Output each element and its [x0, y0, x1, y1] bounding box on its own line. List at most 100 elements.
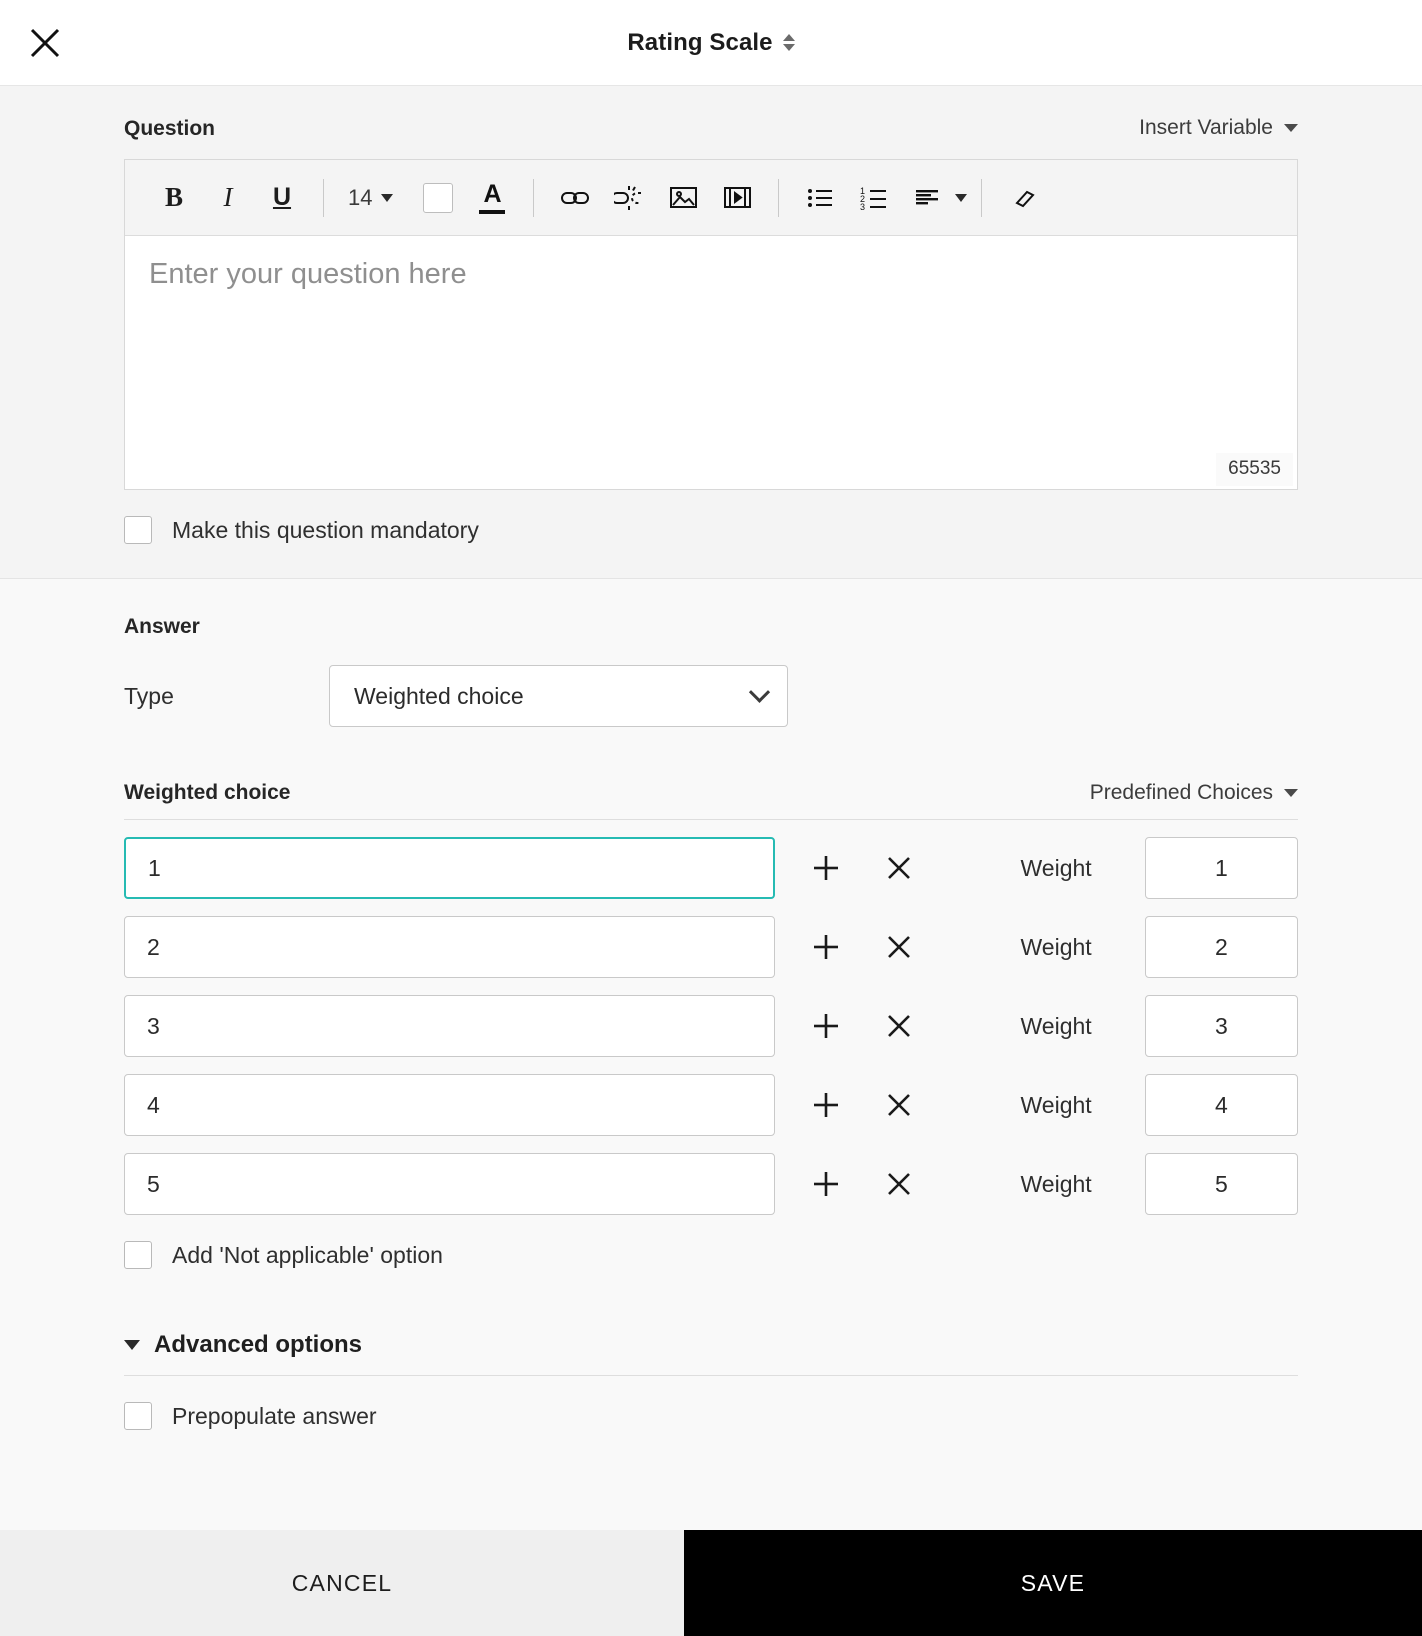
header-title-wrap: Rating Scale: [0, 29, 1422, 57]
prepopulate-checkbox-row[interactable]: Prepopulate answer: [124, 1402, 1298, 1430]
save-button[interactable]: SAVE: [684, 1530, 1422, 1636]
chevron-down-icon: [1284, 124, 1298, 132]
page-title: Rating Scale: [627, 29, 772, 57]
choice-input[interactable]: 3: [124, 995, 775, 1057]
close-icon: [885, 854, 913, 882]
align-icon[interactable]: [901, 171, 955, 225]
color-swatch-icon: [423, 183, 453, 213]
close-button[interactable]: [22, 20, 68, 66]
clear-formatting-icon[interactable]: [996, 171, 1050, 225]
unlink-icon[interactable]: [602, 171, 656, 225]
choice-input[interactable]: 1: [124, 837, 775, 899]
chevron-down-icon: [955, 194, 967, 202]
up-down-stepper-icon[interactable]: [783, 34, 795, 51]
add-choice-button[interactable]: [797, 1154, 856, 1214]
eraser-glyph: [1008, 183, 1038, 213]
choice-row: 5 Weight 5: [124, 1153, 1298, 1215]
weight-label: Weight: [1021, 1092, 1111, 1119]
svg-text:3: 3: [860, 202, 865, 212]
choice-input[interactable]: 5: [124, 1153, 775, 1215]
insert-variable-label: Insert Variable: [1139, 116, 1273, 140]
predefined-choices-label: Predefined Choices: [1090, 781, 1273, 805]
weight-input[interactable]: 3: [1145, 995, 1298, 1057]
align-glyph: [913, 183, 943, 213]
numbered-list-icon[interactable]: 1 2 3: [847, 171, 901, 225]
add-choice-button[interactable]: [797, 1075, 856, 1135]
choice-input[interactable]: 2: [124, 916, 775, 978]
answer-section: Answer Type Weighted choice Weighted cho…: [0, 579, 1422, 1530]
toolbar-divider: [533, 179, 534, 217]
italic-icon[interactable]: I: [201, 171, 255, 225]
align-dropdown[interactable]: [901, 171, 967, 225]
remove-choice-button[interactable]: [870, 1154, 929, 1214]
image-icon[interactable]: [656, 171, 710, 225]
cancel-button[interactable]: CANCEL: [0, 1530, 684, 1636]
dialog-body: Question Insert Variable B I U 14: [0, 86, 1422, 1530]
close-icon: [28, 26, 62, 60]
close-icon: [885, 1012, 913, 1040]
font-size-value: 14: [348, 185, 372, 211]
question-input[interactable]: Enter your question here 65535: [125, 236, 1297, 489]
remove-choice-button[interactable]: [870, 1075, 929, 1135]
question-header-row: Question Insert Variable: [124, 116, 1298, 141]
close-icon: [885, 1091, 913, 1119]
toolbar-divider: [323, 179, 324, 217]
question-placeholder: Enter your question here: [149, 258, 1273, 291]
insert-variable-dropdown[interactable]: Insert Variable: [1139, 116, 1298, 141]
bold-icon[interactable]: B: [147, 171, 201, 225]
video-glyph: [722, 182, 753, 213]
video-icon[interactable]: [710, 171, 764, 225]
chevron-down-icon: [783, 44, 795, 51]
remove-choice-button[interactable]: [870, 996, 929, 1056]
chevron-up-icon: [783, 34, 795, 41]
remove-choice-button[interactable]: [870, 917, 929, 977]
predefined-choices-dropdown[interactable]: Predefined Choices: [1090, 781, 1298, 805]
answer-type-label: Type: [124, 683, 329, 710]
question-label: Question: [124, 117, 215, 141]
prepopulate-checkbox[interactable]: [124, 1402, 152, 1430]
weight-input[interactable]: 1: [1145, 837, 1298, 899]
choice-input[interactable]: 4: [124, 1074, 775, 1136]
weight-input[interactable]: 2: [1145, 916, 1298, 978]
underline-icon[interactable]: U: [255, 171, 309, 225]
plus-icon: [811, 1011, 841, 1041]
rich-text-editor: B I U 14 A: [124, 159, 1298, 490]
unlink-glyph: [614, 183, 644, 213]
add-choice-button[interactable]: [797, 996, 856, 1056]
add-choice-button[interactable]: [797, 838, 856, 898]
rating-scale-dialog: Rating Scale Question Insert Variable: [0, 0, 1422, 1636]
font-size-selector[interactable]: 14: [338, 185, 403, 211]
add-choice-button[interactable]: [797, 917, 856, 977]
text-color-underline: [479, 210, 505, 214]
advanced-options-title: Advanced options: [154, 1331, 362, 1359]
bullet-list-icon[interactable]: [793, 171, 847, 225]
text-color-icon[interactable]: A: [465, 171, 519, 225]
close-icon: [885, 933, 913, 961]
remove-choice-button[interactable]: [870, 838, 929, 898]
mandatory-label: Make this question mandatory: [172, 517, 479, 544]
background-color-swatch[interactable]: [411, 171, 465, 225]
numbered-list-glyph: 1 2 3: [859, 183, 889, 213]
answer-type-select[interactable]: Weighted choice: [329, 665, 788, 727]
weight-input[interactable]: 4: [1145, 1074, 1298, 1136]
not-applicable-checkbox-row[interactable]: Add 'Not applicable' option: [124, 1241, 1298, 1269]
choice-row: 4 Weight 4: [124, 1074, 1298, 1136]
link-icon[interactable]: [548, 171, 602, 225]
weighted-choice-header: Weighted choice Predefined Choices: [124, 781, 1298, 820]
mandatory-checkbox[interactable]: [124, 516, 152, 544]
mandatory-checkbox-row[interactable]: Make this question mandatory: [124, 516, 1298, 544]
answer-type-value: Weighted choice: [354, 683, 524, 710]
chevron-down-icon: [124, 1340, 140, 1350]
weight-input[interactable]: 5: [1145, 1153, 1298, 1215]
plus-icon: [811, 1169, 841, 1199]
not-applicable-checkbox[interactable]: [124, 1241, 152, 1269]
advanced-options-toggle[interactable]: Advanced options: [124, 1331, 1298, 1376]
weight-label: Weight: [1021, 934, 1111, 961]
weight-label: Weight: [1021, 855, 1111, 882]
link-glyph: [560, 183, 590, 213]
character-counter: 65535: [1216, 453, 1293, 486]
weighted-choice-title: Weighted choice: [124, 781, 290, 805]
bullet-list-glyph: [805, 183, 835, 213]
choice-row: 2 Weight 2: [124, 916, 1298, 978]
plus-icon: [811, 853, 841, 883]
